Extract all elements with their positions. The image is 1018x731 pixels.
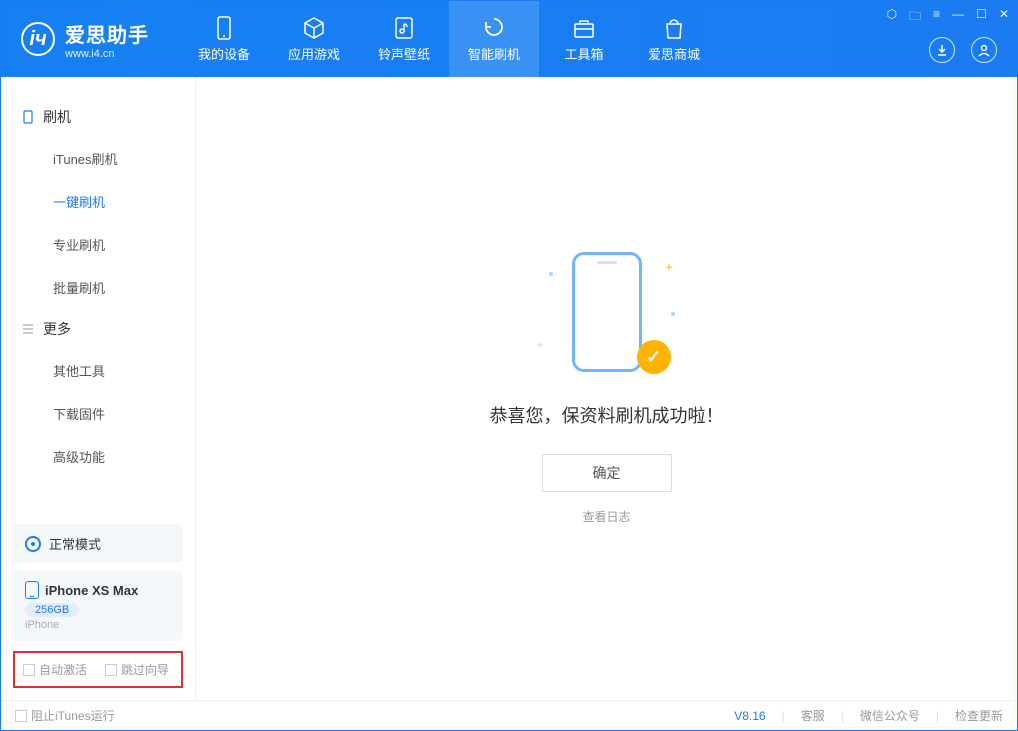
tab-label: 我的设备 bbox=[198, 44, 250, 63]
sidebar: 刷机 iTunes刷机 一键刷机 专业刷机 批量刷机 更多 其他工具 下载固件 … bbox=[1, 77, 196, 700]
sidebar-item-pro-flash[interactable]: 专业刷机 bbox=[1, 223, 195, 266]
section-label: 刷机 bbox=[43, 107, 71, 127]
dot-icon bbox=[671, 312, 675, 316]
sidebar-item-other-tools[interactable]: 其他工具 bbox=[1, 349, 195, 392]
tab-label: 智能刷机 bbox=[468, 44, 520, 63]
footer-link-service[interactable]: 客服 bbox=[801, 707, 825, 724]
header-actions bbox=[929, 37, 997, 63]
menu-icon[interactable]: ≡ bbox=[933, 7, 940, 28]
tab-ringtone-wallpaper[interactable]: 铃声壁纸 bbox=[359, 1, 449, 77]
bag-icon bbox=[662, 16, 686, 40]
toolbox-icon bbox=[572, 16, 596, 40]
sidebar-item-advanced[interactable]: 高级功能 bbox=[1, 435, 195, 478]
plus-icon: + bbox=[537, 338, 544, 352]
tab-store[interactable]: 爱思商城 bbox=[629, 1, 719, 77]
checkbox-auto-activate[interactable]: 自动激活 bbox=[23, 661, 87, 678]
ok-button[interactable]: 确定 bbox=[542, 454, 672, 492]
nav-tabs: 我的设备 应用游戏 铃声壁纸 智能刷机 工具箱 爱思商城 bbox=[179, 1, 719, 77]
mode-card[interactable]: 正常模式 bbox=[13, 524, 183, 563]
maximize-button[interactable]: ☐ bbox=[976, 7, 987, 28]
mode-icon bbox=[25, 536, 41, 552]
separator: | bbox=[782, 709, 785, 723]
close-button[interactable]: ✕ bbox=[999, 7, 1009, 28]
phone-illustration-icon bbox=[572, 252, 642, 372]
checkbox-block-itunes[interactable]: 阻止iTunes运行 bbox=[15, 707, 115, 724]
tab-label: 爱思商城 bbox=[648, 44, 700, 63]
device-card[interactable]: iPhone XS Max 256GB iPhone bbox=[13, 571, 183, 641]
download-icon[interactable] bbox=[929, 37, 955, 63]
phone-small-icon bbox=[25, 581, 39, 599]
success-message: 恭喜您，保资料刷机成功啦！ bbox=[490, 402, 724, 428]
plus-icon: + bbox=[665, 260, 672, 274]
footer-link-wechat[interactable]: 微信公众号 bbox=[860, 707, 920, 724]
checkbox-icon bbox=[105, 664, 117, 676]
cb-label: 阻止iTunes运行 bbox=[31, 707, 115, 724]
music-file-icon bbox=[392, 16, 416, 40]
sidebar-item-download-firmware[interactable]: 下载固件 bbox=[1, 392, 195, 435]
window-controls: ⬡ 🗀 ≡ — ☐ ✕ bbox=[887, 7, 1009, 28]
separator: | bbox=[936, 709, 939, 723]
success-illustration: ✓ + + bbox=[547, 252, 667, 382]
cb-label: 跳过向导 bbox=[121, 661, 169, 678]
sidebar-section-more: 更多 bbox=[1, 309, 195, 349]
mode-label: 正常模式 bbox=[49, 534, 101, 553]
sidebar-item-batch-flash[interactable]: 批量刷机 bbox=[1, 266, 195, 309]
logo-icon: iч bbox=[21, 22, 55, 56]
dot-icon bbox=[549, 272, 553, 276]
footer-link-update[interactable]: 检查更新 bbox=[955, 707, 1003, 724]
tab-my-device[interactable]: 我的设备 bbox=[179, 1, 269, 77]
highlighted-options: 自动激活 跳过向导 bbox=[13, 651, 183, 688]
checkbox-skip-guide[interactable]: 跳过向导 bbox=[105, 661, 169, 678]
tab-label: 工具箱 bbox=[564, 44, 603, 63]
device-type-label: iPhone bbox=[25, 619, 171, 631]
refresh-shield-icon bbox=[482, 16, 506, 40]
tab-label: 应用游戏 bbox=[288, 44, 340, 63]
user-icon[interactable] bbox=[971, 37, 997, 63]
device-name-label: iPhone XS Max bbox=[45, 583, 138, 598]
cube-icon bbox=[302, 16, 326, 40]
header: iч 爱思助手 www.i4.cn 我的设备 应用游戏 铃声壁纸 智能刷机 工具… bbox=[1, 1, 1017, 77]
phone-icon bbox=[212, 16, 236, 40]
sidebar-section-flash: 刷机 bbox=[1, 97, 195, 137]
section-label: 更多 bbox=[43, 319, 71, 339]
check-badge-icon: ✓ bbox=[637, 340, 671, 374]
version-label: V8.16 bbox=[734, 709, 765, 723]
list-icon bbox=[21, 322, 35, 336]
lock-icon[interactable]: 🗀 bbox=[909, 7, 921, 28]
shirt-icon[interactable]: ⬡ bbox=[887, 7, 897, 28]
device-storage-badge: 256GB bbox=[25, 603, 79, 617]
logo: iч 爱思助手 www.i4.cn bbox=[1, 19, 169, 60]
checkbox-icon bbox=[23, 664, 35, 676]
sidebar-item-one-click-flash[interactable]: 一键刷机 bbox=[1, 180, 195, 223]
view-log-link[interactable]: 查看日志 bbox=[582, 508, 630, 525]
tab-toolbox[interactable]: 工具箱 bbox=[539, 1, 629, 77]
cb-label: 自动激活 bbox=[39, 661, 87, 678]
tab-smart-flash[interactable]: 智能刷机 bbox=[449, 1, 539, 77]
main-content: ✓ + + 恭喜您，保资料刷机成功啦！ 确定 查看日志 bbox=[196, 77, 1017, 700]
tab-label: 铃声壁纸 bbox=[378, 44, 430, 63]
minimize-button[interactable]: — bbox=[952, 7, 964, 28]
device-icon bbox=[21, 110, 35, 124]
footer: 阻止iTunes运行 V8.16 | 客服 | 微信公众号 | 检查更新 bbox=[1, 700, 1017, 730]
separator: | bbox=[841, 709, 844, 723]
app-title: 爱思助手 bbox=[65, 19, 149, 48]
app-subtitle: www.i4.cn bbox=[65, 48, 149, 60]
tab-apps-games[interactable]: 应用游戏 bbox=[269, 1, 359, 77]
checkbox-icon bbox=[15, 710, 27, 722]
sidebar-item-itunes-flash[interactable]: iTunes刷机 bbox=[1, 137, 195, 180]
